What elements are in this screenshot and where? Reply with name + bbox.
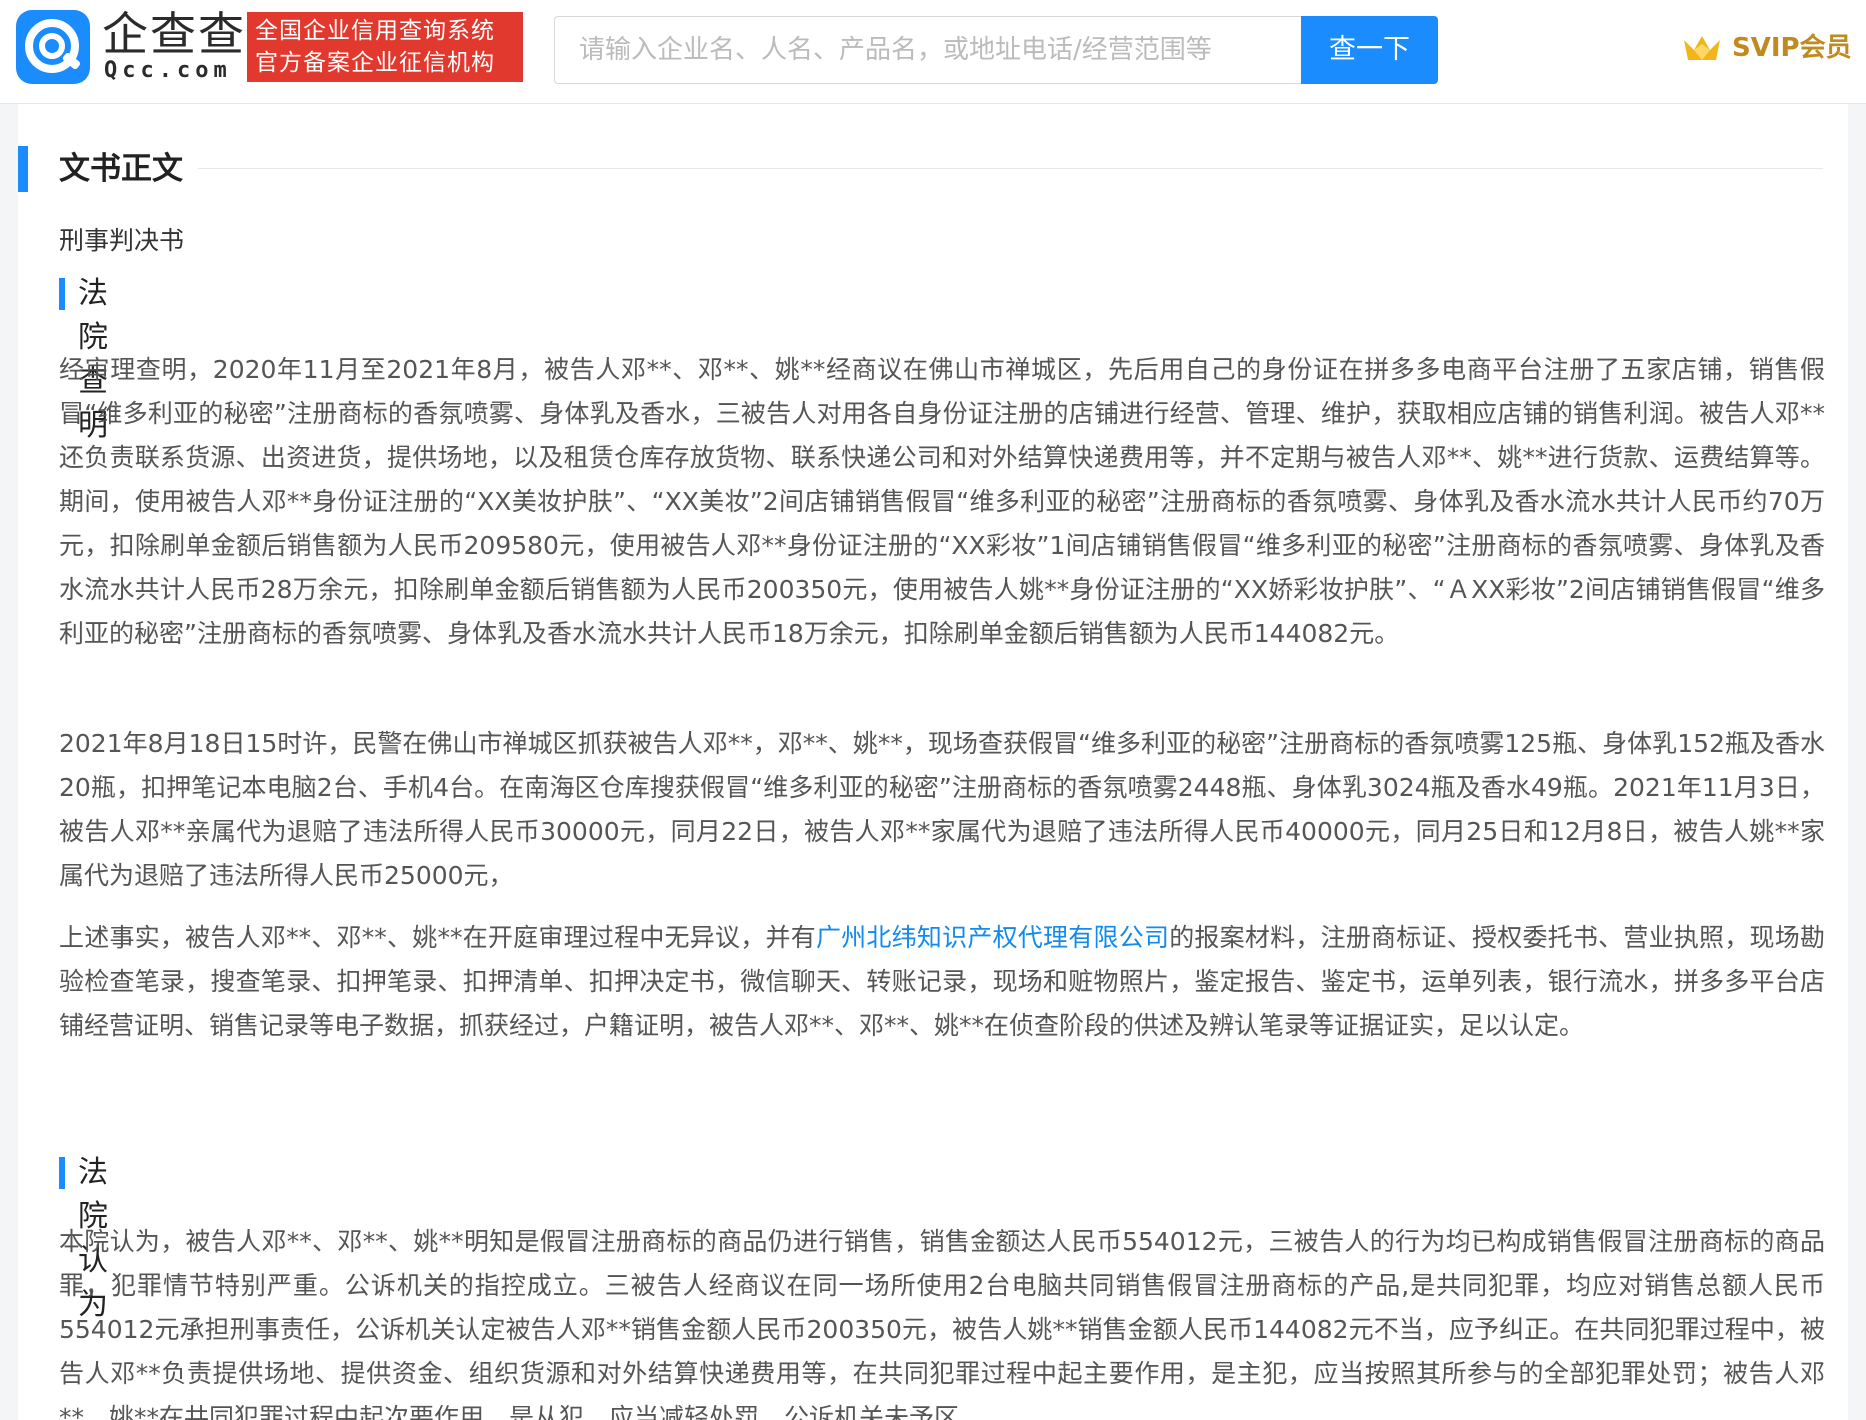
facts-paragraph-2: 2021年8月18日15时许，民警在佛山市禅城区抓获被告人邓**，邓**、姚**… [59, 729, 1825, 890]
document-panel: 文书正文 刑事判决书 法院查明 经审理查明，2020年11月至2021年8月，被… [18, 104, 1848, 1420]
facts-accent-bar [59, 278, 65, 310]
facts-paragraph-3: 上述事实，被告人邓**、邓**、姚**在开庭审理过程中无异议，并有广州北纬知识产… [59, 916, 1825, 1048]
section-divider [198, 168, 1823, 169]
qcc-logo-icon[interactable] [16, 10, 90, 84]
slogan-line-1: 全国企业信用查询系统 [255, 18, 495, 44]
logo-name[interactable]: 企查查 [102, 6, 246, 62]
slogan-line-2: 官方备案企业征信机构 [255, 50, 495, 76]
section-accent-bar [18, 146, 28, 192]
document-type: 刑事判决书 [59, 226, 185, 255]
opinion-accent-bar [59, 1157, 65, 1189]
top-header: 企查查 Qcc.com 全国企业信用查询系统 官方备案企业征信机构 请输入企业名… [0, 0, 1866, 104]
opinion-paragraph-1: 本院认为，被告人邓**、邓**、姚**明知是假冒注册商标的商品仍进行销售，销售金… [59, 1227, 1825, 1420]
section-header: 文书正文 [18, 146, 1823, 200]
crown-icon [1684, 36, 1720, 60]
slogan-badge: 全国企业信用查询系统 官方备案企业征信机构 [247, 12, 523, 82]
search-button[interactable]: 查一下 [1301, 16, 1438, 84]
logo-domain: Qcc.com [104, 58, 232, 83]
facts-paragraph-1: 经审理查明，2020年11月至2021年8月，被告人邓**、邓**、姚**经商议… [59, 355, 1825, 648]
facts-p3-text-before: 上述事实，被告人邓**、邓**、姚**在开庭审理过程中无异议，并有 [59, 923, 816, 952]
svip-member-link[interactable]: SVIP会员 [1732, 30, 1852, 66]
search-input[interactable]: 请输入企业名、人名、产品名，或地址电话/经营范围等 [554, 16, 1302, 84]
section-title: 文书正文 [59, 151, 183, 187]
company-link[interactable]: 广州北纬知识产权代理有限公司 [816, 923, 1169, 952]
